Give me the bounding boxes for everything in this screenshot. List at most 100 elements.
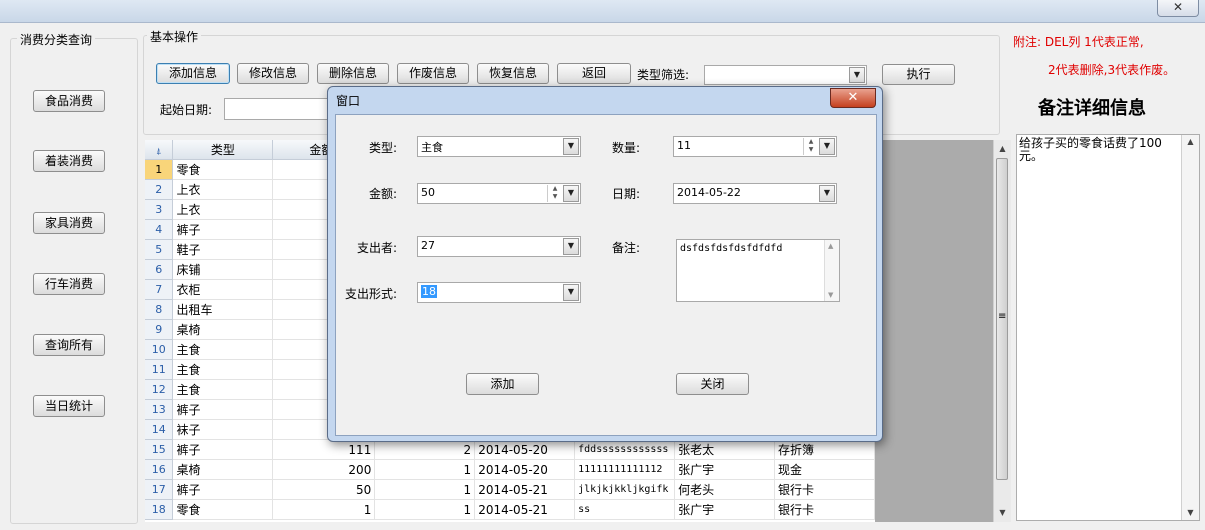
row-number[interactable]: 15: [145, 439, 174, 460]
cell-type[interactable]: 鞋子: [172, 239, 274, 260]
dlg-date-picker[interactable]: 2014-05-22 ▼: [673, 183, 837, 204]
cell-payer[interactable]: 何老头: [674, 479, 776, 500]
food-expense-button[interactable]: 食品消费: [33, 90, 105, 112]
row-number[interactable]: 10: [145, 339, 174, 360]
table-row[interactable]: 18 零食 1 1 2014-05-21 ss 张广宇 银行卡: [145, 499, 875, 520]
cell-type[interactable]: 主食: [172, 379, 274, 400]
row-number[interactable]: 11: [145, 359, 174, 380]
type-filter-combo[interactable]: ▼: [704, 65, 867, 85]
cell-payer[interactable]: 张老太: [674, 439, 776, 460]
cell-amount[interactable]: 1: [272, 499, 376, 520]
cell-type[interactable]: 上衣: [172, 199, 274, 220]
cell-qty[interactable]: 1: [374, 499, 476, 520]
void-info-button[interactable]: 作废信息: [397, 63, 469, 84]
execute-button[interactable]: 执行: [882, 64, 955, 85]
start-date-field[interactable]: [224, 98, 334, 120]
dialog-close-icon[interactable]: ✕: [830, 88, 876, 108]
header-type[interactable]: 类型: [172, 140, 274, 160]
cell-date[interactable]: 2014-05-21: [474, 479, 576, 500]
dlg-add-button[interactable]: 添加: [466, 373, 539, 395]
furniture-expense-button[interactable]: 家具消费: [33, 212, 105, 234]
dlg-remark-scrollbar[interactable]: ▲ ▼: [824, 240, 839, 301]
row-number[interactable]: 17: [145, 479, 174, 500]
spin-updown-icon[interactable]: ▲ ▼: [803, 138, 818, 155]
return-button[interactable]: 返回: [557, 63, 631, 84]
dropdown-arrow-icon[interactable]: ▼: [563, 138, 579, 155]
cell-date[interactable]: 2014-05-20: [474, 439, 576, 460]
cell-type[interactable]: 裤子: [172, 219, 274, 240]
scroll-up-icon[interactable]: ▲: [1182, 135, 1199, 149]
row-number[interactable]: 8: [145, 299, 174, 320]
spin-updown-icon[interactable]: ▲ ▼: [547, 185, 562, 202]
grid-scroll-up-icon[interactable]: ▲: [994, 142, 1011, 156]
dlg-method-combo[interactable]: 18 ▼: [417, 282, 581, 303]
cell-type[interactable]: 主食: [172, 339, 274, 360]
cell-type[interactable]: 上衣: [172, 179, 274, 200]
cell-amount[interactable]: 200: [272, 459, 376, 480]
add-info-button[interactable]: 添加信息: [156, 63, 230, 84]
grid-scroll-thumb[interactable]: ≡: [996, 158, 1008, 480]
row-number[interactable]: 3: [145, 199, 174, 220]
dropdown-arrow-icon[interactable]: ▼: [563, 284, 579, 301]
cell-type[interactable]: 桌椅: [172, 459, 274, 480]
cell-method[interactable]: 银行卡: [774, 479, 875, 500]
delete-info-button[interactable]: 删除信息: [317, 63, 389, 84]
cell-remark[interactable]: ss: [574, 499, 676, 520]
restore-info-button[interactable]: 恢复信息: [477, 63, 549, 84]
dlg-remark-textarea[interactable]: dsfdsfdsfdsfdfdfd ▲ ▼: [676, 239, 840, 302]
scroll-down-icon[interactable]: ▼: [1182, 506, 1199, 520]
row-number[interactable]: 1: [145, 159, 174, 180]
table-row[interactable]: 16 桌椅 200 1 2014-05-20 11111111111112 张广宇 现金: [145, 459, 875, 480]
dropdown-arrow-icon[interactable]: ▼: [563, 238, 579, 255]
cell-amount[interactable]: 111: [272, 439, 376, 460]
cell-method[interactable]: 现金: [774, 459, 875, 480]
dlg-type-combo[interactable]: 主食 ▼: [417, 136, 581, 157]
cell-type[interactable]: 裤子: [172, 439, 274, 460]
driving-expense-button[interactable]: 行车消费: [33, 273, 105, 295]
grid-scroll-down-icon[interactable]: ▼: [994, 506, 1011, 520]
edit-info-button[interactable]: 修改信息: [237, 63, 309, 84]
cell-type[interactable]: 床铺: [172, 259, 274, 280]
row-number[interactable]: 14: [145, 419, 174, 440]
row-number[interactable]: 12: [145, 379, 174, 400]
scroll-down-icon[interactable]: ▼: [828, 291, 833, 299]
dlg-payer-combo[interactable]: 27 ▼: [417, 236, 581, 257]
clothing-expense-button[interactable]: 着装消费: [33, 150, 105, 172]
dlg-qty-stepper[interactable]: 11 ▲ ▼ ▼: [673, 136, 837, 157]
cell-type[interactable]: 裤子: [172, 479, 274, 500]
cell-type[interactable]: 出租车: [172, 299, 274, 320]
cell-method[interactable]: 存折簿: [774, 439, 875, 460]
cell-amount[interactable]: 50: [272, 479, 376, 500]
grid-corner[interactable]: ⍋: [145, 140, 174, 160]
row-number[interactable]: 18: [145, 499, 174, 520]
cell-payer[interactable]: 张广宇: [674, 459, 776, 480]
row-number[interactable]: 9: [145, 319, 174, 340]
cell-qty[interactable]: 2: [374, 439, 476, 460]
scroll-up-icon[interactable]: ▲: [828, 242, 833, 250]
row-number[interactable]: 2: [145, 179, 174, 200]
dropdown-arrow-icon[interactable]: ▼: [849, 67, 865, 83]
detail-textbox[interactable]: 给孩子买的零食话费了100元。 ▲ ▼: [1016, 134, 1200, 521]
cell-type[interactable]: 桌椅: [172, 319, 274, 340]
window-close-button[interactable]: ✕: [1157, 0, 1199, 17]
row-number[interactable]: 16: [145, 459, 174, 480]
dropdown-arrow-icon[interactable]: ▼: [563, 185, 579, 202]
daily-stats-button[interactable]: 当日统计: [33, 395, 105, 417]
dlg-amount-stepper[interactable]: 50 ▲ ▼ ▼: [417, 183, 581, 204]
row-number[interactable]: 4: [145, 219, 174, 240]
cell-type[interactable]: 裤子: [172, 399, 274, 420]
table-row[interactable]: 15 裤子 111 2 2014-05-20 fddssssssssssss 张老太 存折簿: [145, 439, 875, 460]
cell-qty[interactable]: 1: [374, 479, 476, 500]
cell-type[interactable]: 衣柜: [172, 279, 274, 300]
cell-payer[interactable]: 张广宇: [674, 499, 776, 520]
cell-date[interactable]: 2014-05-21: [474, 499, 576, 520]
cell-method[interactable]: 银行卡: [774, 499, 875, 520]
cell-type[interactable]: 零食: [172, 499, 274, 520]
row-number[interactable]: 13: [145, 399, 174, 420]
cell-remark[interactable]: jlkjkjkkljkgifk: [574, 479, 676, 500]
cell-type[interactable]: 主食: [172, 359, 274, 380]
row-number[interactable]: 7: [145, 279, 174, 300]
row-number[interactable]: 5: [145, 239, 174, 260]
dropdown-arrow-icon[interactable]: ▼: [819, 185, 835, 202]
cell-type[interactable]: 零食: [172, 159, 274, 180]
